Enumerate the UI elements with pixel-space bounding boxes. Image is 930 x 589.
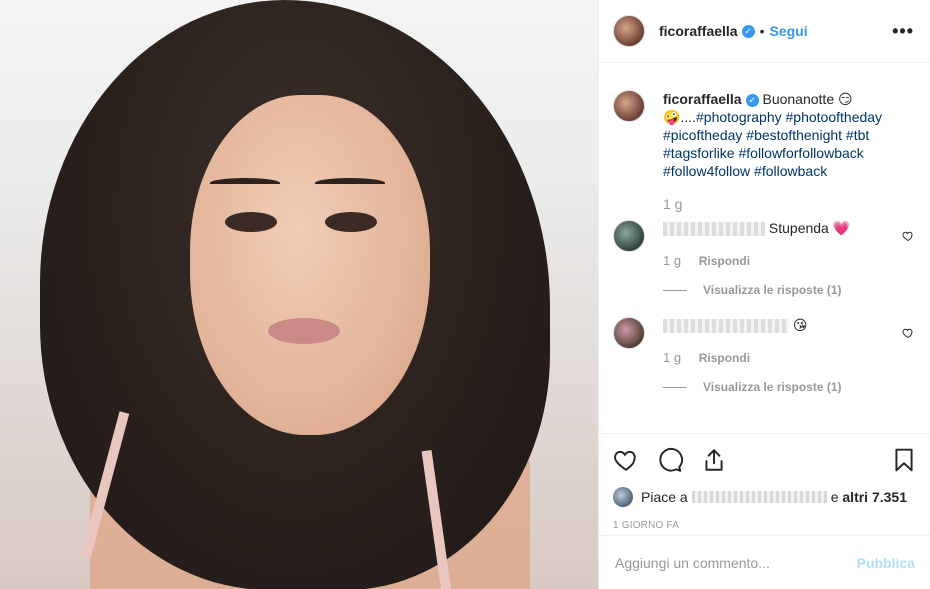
- view-replies-label: Visualizza le risposte (1): [703, 283, 842, 297]
- post-caption: ficoraffaella ✓ Buonanotte 😏 🤪....#photog…: [613, 90, 914, 180]
- share-icon[interactable]: [701, 447, 727, 473]
- author-username[interactable]: ficoraffaella: [659, 23, 738, 39]
- post-header: ficoraffaella ✓ • Segui •••: [599, 0, 930, 63]
- post-side-panel: ficoraffaella ✓ • Segui ••• ficoraffaell…: [598, 0, 930, 589]
- liker-username-redacted[interactable]: [691, 491, 827, 503]
- action-bar: [613, 434, 917, 486]
- commenter-username-redacted[interactable]: [663, 222, 765, 237]
- comment-text: Stupenda 💗: [768, 220, 851, 236]
- comment-meta: 1 g Rispondi: [663, 350, 914, 365]
- caption-hashtags[interactable]: #photography #photooftheday #picoftheday…: [663, 109, 882, 179]
- verified-icon: ✓: [741, 24, 755, 38]
- like-comment-heart-icon[interactable]: [902, 327, 914, 339]
- likes-summary[interactable]: Piace a e altri 7.351: [613, 486, 917, 508]
- photo-right-brow: [315, 178, 385, 188]
- caption-avatar[interactable]: [613, 90, 645, 122]
- replies-line: [663, 386, 687, 388]
- commenter-avatar[interactable]: [613, 220, 645, 252]
- post-photo[interactable]: [0, 0, 598, 589]
- view-replies-label: Visualizza le risposte (1): [703, 380, 842, 394]
- verified-icon: ✓: [745, 93, 759, 107]
- reply-button[interactable]: Rispondi: [699, 351, 750, 365]
- caption-text: ficoraffaella ✓ Buonanotte 😏 🤪....#photog…: [663, 90, 903, 180]
- bookmark-icon[interactable]: [891, 447, 917, 473]
- comment-body: 😘 1 g Rispondi Visualizza le risposte (1…: [663, 317, 914, 394]
- view-replies-button[interactable]: Visualizza le risposte (1): [663, 380, 914, 394]
- photo-right-eye: [325, 212, 377, 232]
- follow-button[interactable]: Segui: [770, 23, 808, 39]
- caption-username[interactable]: ficoraffaella: [663, 91, 742, 107]
- commenter-username-redacted[interactable]: [663, 319, 789, 334]
- add-comment-bar: Pubblica: [599, 535, 930, 589]
- photo-left-eye: [225, 212, 277, 232]
- likes-suffix: e: [830, 489, 839, 505]
- photo-left-brow: [210, 178, 280, 188]
- add-comment-input[interactable]: [615, 554, 857, 571]
- likes-prefix: Piace a: [641, 489, 688, 505]
- publish-button[interactable]: Pubblica: [857, 555, 915, 571]
- separator-dot: •: [759, 23, 765, 39]
- caption-time: 1 g: [663, 196, 683, 212]
- replies-line: [663, 289, 687, 291]
- commenter-avatar[interactable]: [613, 317, 645, 349]
- photo-face: [190, 95, 430, 435]
- reply-button[interactable]: Rispondi: [699, 254, 750, 268]
- like-comment-heart-icon[interactable]: [902, 230, 914, 242]
- instagram-post: ficoraffaella ✓ • Segui ••• ficoraffaell…: [0, 0, 930, 589]
- comment-icon[interactable]: [657, 447, 683, 473]
- caption-emoji: 🤪....: [663, 109, 696, 125]
- caption-intro: Buonanotte 😏: [758, 91, 853, 107]
- comment-time: 1 g: [663, 253, 682, 268]
- author-avatar[interactable]: [613, 15, 645, 47]
- comment-item: 😘 1 g Rispondi Visualizza le risposte (1…: [613, 317, 914, 394]
- likes-count[interactable]: altri 7.351: [842, 489, 907, 505]
- comments-list[interactable]: ficoraffaella ✓ Buonanotte 😏 🤪....#photog…: [599, 63, 930, 433]
- comment-body: Stupenda 💗 1 g Rispondi Visualizza le ri…: [663, 220, 914, 297]
- post-actions: Piace a e altri 7.351 1 GIORNO FA: [599, 433, 930, 543]
- post-timestamp[interactable]: 1 GIORNO FA: [613, 520, 917, 531]
- comment-meta: 1 g Rispondi: [663, 253, 914, 268]
- comment-item: Stupenda 💗 1 g Rispondi Visualizza le ri…: [613, 220, 914, 297]
- photo-lips: [268, 318, 340, 344]
- view-replies-button[interactable]: Visualizza le risposte (1): [663, 283, 914, 297]
- comment-text: 😘: [792, 317, 808, 333]
- comment-time: 1 g: [663, 350, 682, 365]
- heart-icon[interactable]: [613, 447, 639, 473]
- liker-avatar[interactable]: [613, 487, 633, 507]
- more-icon[interactable]: •••: [892, 21, 914, 42]
